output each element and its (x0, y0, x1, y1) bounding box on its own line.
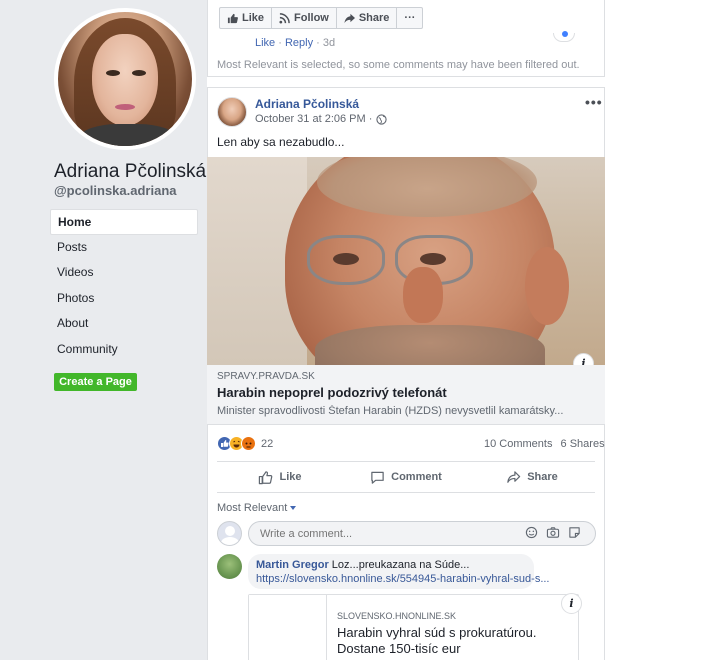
post-time-link[interactable]: October 31 at 2:06 PM · (255, 113, 372, 125)
globe-icon (376, 113, 388, 125)
post-card: Adriana Pčolinská October 31 at 2:06 PM … (207, 87, 605, 669)
emoji-icon[interactable] (525, 526, 538, 539)
link-preview-image[interactable]: i (207, 157, 605, 365)
image-beard (315, 325, 545, 365)
reaction-count: 22 (261, 437, 274, 450)
follow-label: Follow (294, 12, 329, 24)
link-preview-meta[interactable]: SPRAVY.PRAVDA.SK Harabin nepoprel podozr… (207, 365, 605, 425)
camera-icon[interactable] (546, 526, 560, 539)
sort-label: Most Relevant (217, 502, 288, 514)
image-glasses-lens (307, 235, 385, 285)
commenter-avatar[interactable] (217, 554, 242, 579)
caret-down-icon (290, 506, 297, 511)
sticker-icon[interactable] (568, 526, 581, 539)
avatar-head (225, 526, 235, 536)
page-sidebar: Adriana Pčolinská @pcolinska.adriana Hom… (0, 0, 207, 660)
profile-shirt (78, 124, 178, 146)
nav-item-photos[interactable]: Photos (50, 286, 198, 312)
like-label: Like (242, 12, 265, 24)
thumbs-up-icon (259, 470, 273, 484)
profile-face (92, 34, 158, 126)
author-avatar[interactable] (217, 97, 247, 127)
profile-picture[interactable] (54, 8, 196, 150)
comment-link-preview[interactable]: SLOVENSKO.HNONLINE.SK Harabin vyhral súd… (248, 593, 582, 669)
comment-author[interactable]: Martin Gregor (256, 559, 329, 571)
nav-item-posts[interactable]: Posts (50, 235, 198, 261)
previous-post-actions: Like Follow Share ··· (219, 7, 424, 29)
filtered-comments-note: Most Relevant is selected, so some comme… (217, 59, 580, 71)
info-icon[interactable]: i (561, 593, 582, 614)
comment-like-link[interactable]: Like (255, 37, 275, 49)
comment-reaction-badge[interactable] (553, 31, 575, 42)
page-handle[interactable]: @pcolinska.adriana (54, 183, 177, 198)
profile-eye (106, 70, 120, 76)
comment-text: Loz...preukazana na Súde... (331, 559, 470, 571)
link-description: Minister spravodlivosti Štefan Harabin (… (217, 405, 564, 417)
comment-time[interactable]: 3d (323, 37, 335, 49)
comment-line: Martin Gregor Loz...preukazana na Súde..… (256, 559, 526, 571)
more-options-button[interactable]: ··· (397, 8, 422, 28)
comment-input-tools (525, 526, 581, 539)
nav-item-videos[interactable]: Videos (50, 260, 198, 286)
comment-sort-dropdown[interactable]: Most Relevant (217, 502, 297, 514)
avatar-body (221, 537, 239, 545)
image-ear (525, 247, 569, 325)
share-arrow-icon (507, 470, 521, 483)
link-title[interactable]: Harabin nepoprel podozrivý telefonát (217, 385, 447, 400)
comment-button[interactable]: Comment (343, 462, 469, 492)
page-nav: Home Posts Videos Photos About Community (50, 209, 198, 362)
comment-preview-title[interactable]: Harabin vyhral súd s prokuratúrou. Dosta… (337, 625, 567, 657)
post-action-bar: Like Comment Share (217, 461, 595, 493)
post-author[interactable]: Adriana Pčolinská (255, 97, 359, 111)
comment-label: Comment (391, 471, 442, 483)
angry-reaction-icon (241, 436, 256, 451)
share-label: Share (527, 471, 558, 483)
comment-bubble: Martin Gregor Loz...preukazana na Súde..… (248, 554, 550, 589)
nav-item-about[interactable]: About (50, 311, 198, 337)
share-label: Share (358, 12, 390, 24)
nav-item-community[interactable]: Community (50, 337, 198, 363)
rss-icon (279, 12, 290, 24)
comments-count-link[interactable]: 10 Comments (484, 438, 552, 450)
create-page-button[interactable]: Create a Page (54, 373, 137, 391)
separator: · (316, 37, 320, 49)
more-icon: ··· (404, 12, 416, 24)
shares-count-link[interactable]: 6 Shares (561, 438, 605, 450)
share-button[interactable]: Share (469, 462, 595, 492)
current-user-avatar (217, 521, 242, 546)
info-icon[interactable]: i (573, 353, 594, 365)
comment-link[interactable]: https://slovensko.hnonline.sk/554945-har… (256, 573, 550, 585)
profile-eye (132, 70, 146, 76)
image-nose (403, 267, 443, 323)
post-timestamp: October 31 at 2:06 PM · (255, 113, 388, 125)
like-reaction-icon (562, 31, 568, 37)
previous-comment-meta: Like · Reply · 3d (255, 37, 335, 49)
comment-reply-link[interactable]: Reply (285, 37, 313, 49)
like-label: Like (279, 471, 302, 483)
like-page-button[interactable]: Like (220, 8, 273, 28)
reaction-summary[interactable]: 22 (217, 436, 273, 451)
link-domain: SPRAVY.PRAVDA.SK (217, 371, 315, 382)
post-text: Len aby sa nezabudlo... (217, 135, 345, 149)
post-stats: 10 Comments 6 Shares (484, 438, 610, 450)
comment-preview-domain: SLOVENSKO.HNONLINE.SK (337, 611, 457, 621)
thumbs-up-icon (227, 13, 238, 23)
follow-button[interactable]: Follow (272, 8, 337, 28)
comment-bubble-icon (371, 471, 384, 484)
page-title[interactable]: Adriana Pčolinská (54, 161, 206, 183)
comment-preview-thumbnail (249, 595, 327, 669)
post-options-button[interactable]: ••• (585, 94, 603, 110)
share-page-button[interactable]: Share (337, 8, 398, 28)
page-bottom (0, 660, 720, 669)
profile-mouth (115, 104, 135, 110)
nav-item-home[interactable]: Home (50, 209, 198, 235)
like-button[interactable]: Like (217, 462, 343, 492)
share-arrow-icon (344, 13, 355, 23)
separator: · (278, 37, 282, 49)
previous-post-card: Like Follow Share ··· Like · Reply · 3d … (207, 0, 605, 77)
